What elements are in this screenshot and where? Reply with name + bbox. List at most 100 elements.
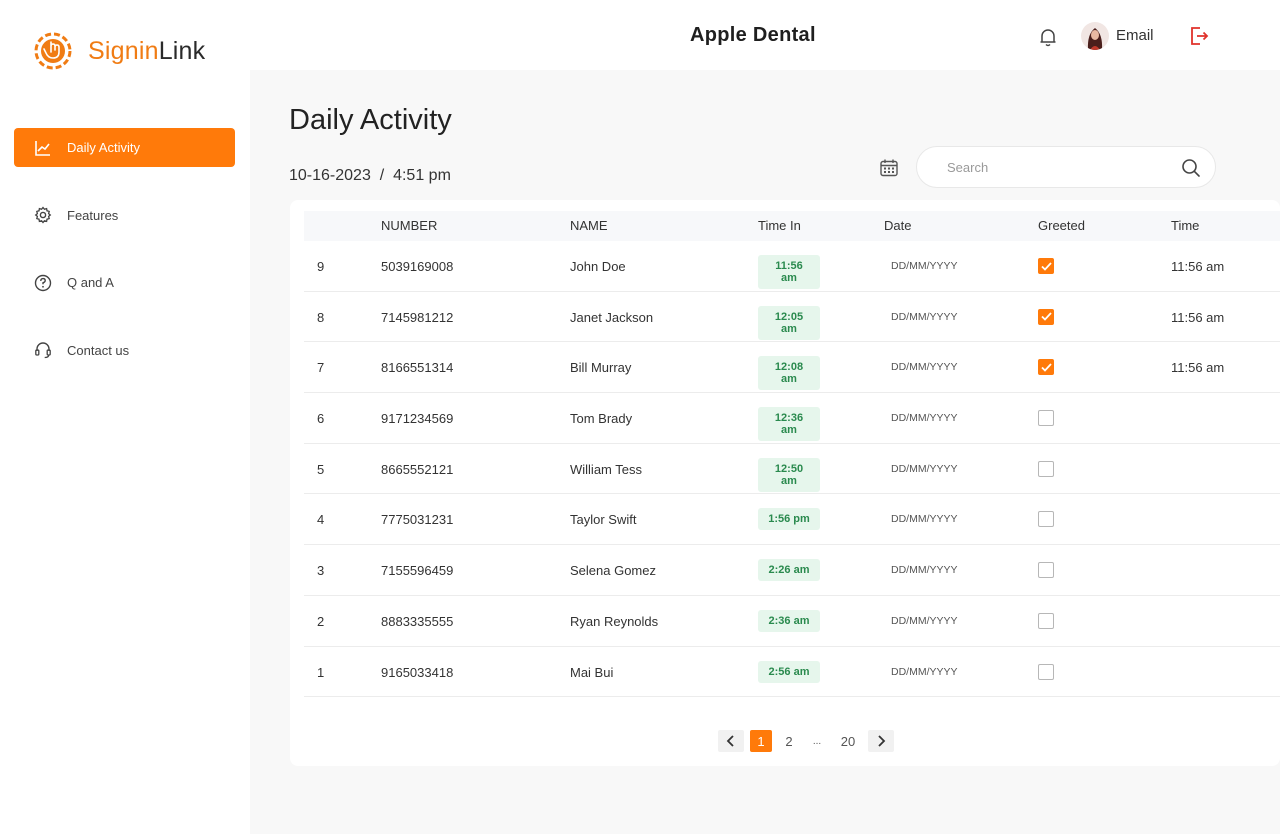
avatar[interactable] [1081,22,1109,50]
time-in-badge: 12:36 am [758,407,820,442]
page-button[interactable]: 2 [778,730,800,752]
time-in-badge: 11:56 am [758,255,820,289]
date-value: DD/MM/YYYY [891,665,958,678]
phone-number: 8883335555 [381,613,454,629]
row-index: 2 [317,613,325,629]
table-row: 4 7775031231 Taylor Swift 1:56 pm DD/MM/YYYY [304,494,1280,546]
row-index: 6 [317,411,325,427]
column-header-time: Time [1171,218,1200,233]
greeted-checkbox[interactable] [1038,460,1054,477]
gear-icon [34,206,52,224]
chevron-left-icon [726,735,734,747]
table-row: 5 8665552121 William Tess 12:50 am DD/MM/YYY… [304,444,1280,495]
greeted-checkbox[interactable] [1038,562,1054,579]
row-index: 5 [317,461,325,477]
question-circle-icon [34,274,52,292]
column-header-time-in: Time In [758,218,801,233]
greeted-checkbox[interactable] [1038,511,1054,528]
current-time: 4:51 pm [393,167,451,184]
table-row: 7 8166551314 Bill Murray 12:08 am DD/MM/YYYY… [304,342,1280,394]
row-index: 1 [317,664,325,680]
sidebar-item-q-and-a[interactable]: Q and A [14,263,235,302]
patient-name: Janet Jackson [570,309,654,325]
logo-icon [30,28,76,74]
sidebar-item-features[interactable]: Features [14,196,235,235]
table-row: 9 5039169008 John Doe 11:56 am DD/MM/YYYY 11:… [304,241,1280,292]
table-row: 2 8883335555 Ryan Reynolds 2:36 am DD/MM/YYY… [304,596,1280,647]
search-input[interactable] [947,159,1177,175]
date-value: DD/MM/YYYY [891,462,958,475]
page-button[interactable]: 20 [834,730,862,752]
next-page-button[interactable] [868,730,894,752]
sidebar-nav: Daily Activity Features Q and A Contact … [14,128,235,398]
patient-name: William Tess [570,461,642,477]
user-email-label[interactable]: Email [1116,27,1154,44]
greeted-time: 11:56 am [1171,360,1225,376]
top-header: Apple Dental Email [250,0,1280,70]
patient-name: Tom Brady [570,411,633,427]
time-in-badge: 2:56 am [758,660,820,683]
row-index: 4 [317,512,325,528]
sidebar-item-daily-activity[interactable]: Daily Activity [14,128,235,167]
table-header: NUMBER NAME Time In Date Greeted Time [304,211,1280,241]
activity-table-card: NUMBER NAME Time In Date Greeted Time 9 5… [290,200,1280,766]
pagination: 1 2 ... 20 [718,730,900,752]
logo[interactable]: SigninLink [30,28,205,74]
table-row: 3 7155596459 Selena Gomez 2:26 am DD/MM/YYYY [304,545,1280,596]
date-value: DD/MM/YYYY [891,361,958,374]
row-index: 7 [317,360,325,376]
logout-icon[interactable] [1188,25,1210,47]
table-row: 6 9171234569 Tom Brady 12:36 am DD/MM/YYYY [304,393,1280,444]
time-in-badge: 12:08 am [758,356,820,391]
phone-number: 5039169008 [381,259,454,274]
greeted-checkbox[interactable] [1038,612,1054,629]
sidebar-item-label: Contact us [67,342,130,358]
activity-table: NUMBER NAME Time In Date Greeted Time 9 5… [304,211,1280,698]
time-in-badge: 2:36 am [758,609,820,632]
prev-page-button[interactable] [718,730,744,752]
check-icon [1040,261,1052,271]
check-icon [1040,312,1052,321]
greeted-time: 11:56 am [1171,259,1225,274]
headset-icon [34,341,52,359]
patient-name: Bill Murray [570,360,632,376]
phone-number: 7145981212 [381,309,454,325]
table-row: 8 7145981212 Janet Jackson 12:05 am DD/MM/YY… [304,292,1280,343]
current-datetime: 10-16-2023 / 4:51 pm [289,167,451,185]
greeted-checkbox[interactable] [1038,410,1054,427]
greeted-checkbox[interactable] [1038,359,1054,376]
bell-icon[interactable] [1037,26,1059,48]
clinic-title: Apple Dental [690,24,816,46]
logo-text: SigninLink [88,36,206,65]
sidebar-item-label: Daily Activity [67,140,140,155]
main-content: Daily Activity 10-16-2023 / 4:51 pm NUMB… [250,70,1280,834]
time-in-badge: 12:50 am [758,457,820,492]
sidebar-item-label: Features [67,207,119,223]
patient-name: Selena Gomez [570,563,656,579]
search-box [916,146,1216,188]
check-icon [1040,363,1052,372]
phone-number: 8166551314 [381,360,454,376]
greeted-time: 11:56 am [1171,309,1225,325]
greeted-checkbox[interactable] [1038,663,1054,680]
time-in-badge: 1:56 pm [758,508,820,531]
phone-number: 9165033418 [381,664,454,680]
phone-number: 8665552121 [381,461,454,477]
calendar-icon[interactable] [878,157,900,179]
row-index: 8 [317,309,325,325]
date-value: DD/MM/YYYY [891,513,958,526]
search-icon[interactable] [1181,158,1201,178]
page-button-current[interactable]: 1 [750,730,772,752]
current-date: 10-16-2023 [289,167,371,184]
sidebar-item-contact-us[interactable]: Contact us [14,331,235,370]
column-header-greeted: Greeted [1038,218,1085,233]
greeted-checkbox[interactable] [1038,258,1054,274]
page-ellipsis: ... [812,735,822,747]
table-row: 1 9165033418 Mai Bui 2:56 am DD/MM/YYYY [304,647,1280,698]
phone-number: 7775031231 [381,512,454,528]
phone-number: 9171234569 [381,411,454,427]
date-value: DD/MM/YYYY [891,614,958,627]
time-in-badge: 2:26 am [758,559,820,582]
greeted-checkbox[interactable] [1038,308,1054,325]
row-index: 3 [317,563,325,579]
